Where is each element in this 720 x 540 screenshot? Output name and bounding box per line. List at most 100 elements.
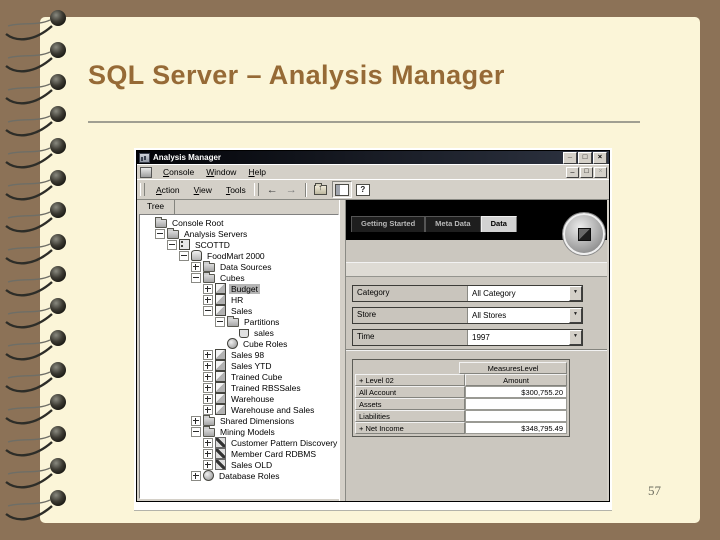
expand-icon[interactable] <box>203 437 213 448</box>
mdi-restore-button[interactable]: □ <box>580 166 593 178</box>
pane-divider <box>346 349 607 351</box>
expand-icon[interactable] <box>191 470 201 481</box>
tree-item-label: Analysis Servers <box>184 228 248 239</box>
back-arrow-icon[interactable]: ← <box>263 183 282 197</box>
tree-item[interactable]: Trained RBSSales <box>140 382 338 393</box>
expand-icon[interactable] <box>203 393 213 404</box>
tree-item[interactable]: Member Card RDBMS <box>140 448 338 459</box>
category-combobox[interactable]: All Category ▼ <box>468 286 582 301</box>
tree-item[interactable]: Analysis Servers <box>140 228 338 239</box>
measures-level-header[interactable]: MeasuresLevel <box>459 362 567 374</box>
cube-icon <box>215 349 226 360</box>
expander-icon <box>143 218 153 228</box>
collapse-icon[interactable] <box>191 272 201 283</box>
time-combobox[interactable]: 1997 ▼ <box>468 330 582 345</box>
chevron-down-icon[interactable]: ▼ <box>569 330 582 345</box>
tree-item[interactable]: FoodMart 2000 <box>140 250 338 261</box>
tree-item[interactable]: Mining Models <box>140 426 338 437</box>
expand-icon[interactable] <box>203 448 213 459</box>
tree-item-label: Member Card RDBMS <box>231 448 317 459</box>
menu-help[interactable]: Help <box>242 166 271 178</box>
tree-item[interactable]: HR <box>140 294 338 305</box>
tree-item-label: HR <box>231 294 244 305</box>
tree-item-label: Budget <box>229 283 260 294</box>
filter-label: Store <box>353 308 468 323</box>
tab-tree[interactable]: Tree <box>141 200 176 214</box>
expand-icon[interactable] <box>203 294 213 305</box>
menu-console[interactable]: Console <box>157 166 200 178</box>
tree-item[interactable]: Partitions <box>140 316 338 327</box>
expand-icon[interactable] <box>191 261 201 272</box>
tree-item[interactable]: Cube Roles <box>140 338 338 349</box>
collapse-icon[interactable] <box>167 239 177 250</box>
expand-icon[interactable] <box>203 349 213 360</box>
console-tree[interactable]: Console Root Analysis Servers SCOTTD Foo… <box>139 214 339 499</box>
row-header[interactable]: + Net Income <box>355 422 465 434</box>
collapse-icon[interactable] <box>203 305 213 316</box>
expand-icon[interactable] <box>203 404 213 415</box>
slide: { "slide": { "title": "SQL Server – Anal… <box>0 0 720 540</box>
toolbar-grip[interactable] <box>253 183 259 196</box>
help-button[interactable]: ? <box>354 182 372 197</box>
toolbar-grip[interactable] <box>140 183 145 196</box>
tree-item[interactable]: Database Roles <box>140 470 338 481</box>
level-header[interactable]: + Level 02 <box>355 374 465 386</box>
tree-item[interactable]: Console Root <box>140 217 338 228</box>
tree-item[interactable]: Cubes <box>140 272 338 283</box>
expand-icon[interactable] <box>203 382 213 393</box>
expand-icon[interactable] <box>203 459 213 470</box>
grid-header-row: MeasuresLevel <box>355 362 567 374</box>
store-combobox[interactable]: All Stores ▼ <box>468 308 582 323</box>
tree-item[interactable]: Shared Dimensions <box>140 415 338 426</box>
expand-icon[interactable] <box>203 360 213 371</box>
up-one-level-button[interactable] <box>312 182 330 197</box>
chevron-down-icon[interactable]: ▼ <box>569 286 582 301</box>
tree-item[interactable]: Sales YTD <box>140 360 338 371</box>
collapse-icon[interactable] <box>191 426 201 437</box>
tree-item[interactable]: Data Sources <box>140 261 338 272</box>
tree-item[interactable]: Warehouse <box>140 393 338 404</box>
tree-item-label: Warehouse and Sales <box>231 404 315 415</box>
tree-item-label: SCOTTD <box>195 239 230 250</box>
grid-row: + Net Income $348,795.49 <box>355 422 567 434</box>
tree-item[interactable]: Warehouse and Sales <box>140 404 338 415</box>
chevron-down-icon[interactable]: ▼ <box>569 308 582 323</box>
row-header[interactable]: Liabilities <box>355 410 465 422</box>
amount-column-header[interactable]: Amount <box>465 374 567 386</box>
cell-value <box>465 398 567 410</box>
pane-splitter[interactable] <box>339 200 346 501</box>
mdi-close-button[interactable]: × <box>594 166 607 178</box>
tree-item[interactable]: sales <box>140 327 338 338</box>
tab-data[interactable]: Data <box>480 216 517 232</box>
expand-icon[interactable] <box>203 283 213 294</box>
tab-getting-started[interactable]: Getting Started <box>351 216 426 232</box>
tree-item[interactable]: Sales <box>140 305 338 316</box>
menu-action[interactable]: Action <box>149 183 187 197</box>
tree-item[interactable]: Sales OLD <box>140 459 338 470</box>
collapse-icon[interactable] <box>179 250 189 261</box>
collapse-icon[interactable] <box>215 316 225 327</box>
close-button[interactable]: × <box>593 151 607 164</box>
tree-item-selected[interactable]: Budget <box>140 283 338 294</box>
tree-item[interactable]: Customer Pattern Discovery <box>140 437 338 448</box>
folder-icon <box>203 426 215 437</box>
maximize-button[interactable]: □ <box>578 151 592 164</box>
tree-item[interactable]: SCOTTD <box>140 239 338 250</box>
mdi-minimize-button[interactable]: _ <box>566 166 579 178</box>
forward-arrow-icon[interactable]: → <box>282 183 301 197</box>
collapse-icon[interactable] <box>155 228 165 239</box>
row-header[interactable]: All Account <box>355 386 465 398</box>
tree-item[interactable]: Sales 98 <box>140 349 338 360</box>
tree-item[interactable]: Trained Cube <box>140 371 338 382</box>
row-header[interactable]: Assets <box>355 398 465 410</box>
tab-meta-data[interactable]: Meta Data <box>425 216 481 232</box>
window-titlebar[interactable]: Analysis Manager _ □ × <box>137 150 609 164</box>
expand-icon[interactable] <box>191 415 201 426</box>
menu-window[interactable]: Window <box>200 166 242 178</box>
expand-icon[interactable] <box>203 371 213 382</box>
menu-tools[interactable]: Tools <box>219 183 253 197</box>
cube-icon <box>215 305 226 316</box>
show-console-tree-button[interactable] <box>331 181 352 198</box>
minimize-button[interactable]: _ <box>563 150 577 164</box>
menu-view[interactable]: View <box>187 183 219 197</box>
